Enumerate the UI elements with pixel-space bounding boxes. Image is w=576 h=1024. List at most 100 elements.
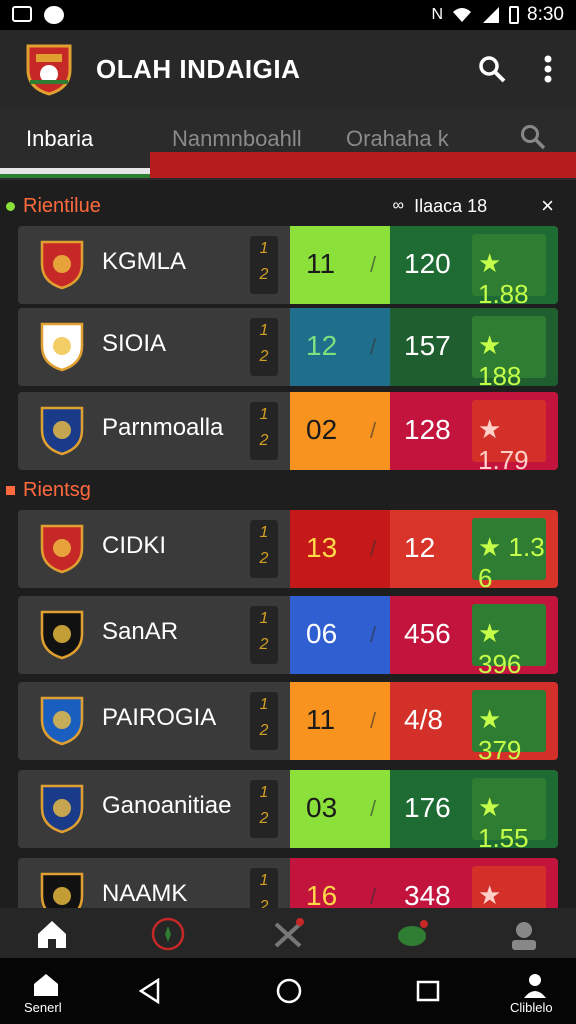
rating-cell: ★ 1.3 6	[464, 510, 558, 588]
second-value-cell: 128	[390, 392, 464, 470]
recents-icon[interactable]	[416, 980, 440, 1002]
mini-indicator: 1 2	[250, 318, 278, 376]
section-title: Rientsg	[23, 478, 91, 501]
home-button-icon[interactable]	[276, 978, 302, 1004]
second-value: 456	[404, 618, 451, 649]
second-value: 128	[404, 414, 451, 445]
rating-cell: ★ 379	[464, 682, 558, 760]
section-filter[interactable]: ∞ Ilaaca 18 ×	[393, 193, 576, 219]
tab-second[interactable]: Nanmnboahll	[172, 126, 302, 152]
section-square	[6, 485, 15, 495]
app-bar: OLAH INDAIGIA	[0, 30, 576, 108]
match-row[interactable]: SanAR 1 2 06 / 456 ★ 396	[18, 596, 558, 674]
score-cell: 11 /	[290, 682, 390, 760]
team-crest-icon	[40, 240, 84, 290]
mini-indicator-top: 1	[259, 872, 269, 889]
rating-box: ★ 1.55	[472, 778, 546, 848]
rating-cell: ★ 396	[464, 596, 558, 674]
mini-indicator-top: 1	[259, 696, 269, 713]
notification-icon	[44, 6, 64, 24]
score-value: 11	[306, 704, 336, 735]
second-value: 176	[404, 792, 451, 823]
mini-indicator-top: 1	[259, 524, 269, 541]
match-row[interactable]: Parnmoalla 1 2 02 / 128 ★ 1.79	[18, 392, 558, 470]
more-options-icon[interactable]	[544, 55, 552, 83]
team-name: PAIROGIA	[102, 704, 217, 731]
mini-indicator-top: 1	[259, 784, 269, 801]
divider-icon: /	[370, 796, 377, 821]
match-row[interactable]: KGMLA 1 2 11 / 120 ★ 1.88	[18, 226, 558, 304]
mini-indicator-bottom: 2	[259, 348, 269, 365]
mini-indicator-bottom: 2	[259, 432, 269, 449]
team-crest-icon	[40, 784, 84, 834]
mini-indicator-bottom: 2	[259, 636, 269, 653]
system-nav-bar: Senerl Cliblelo	[0, 958, 576, 1024]
rating-cell: ★ 1.88	[464, 226, 558, 304]
match-row[interactable]: PAIROGIA 1 2 11 / 4/8 ★ 379	[18, 682, 558, 760]
team-crest-icon	[40, 696, 84, 746]
mini-indicator: 1 2	[250, 520, 278, 578]
divider-icon: /	[370, 252, 377, 277]
second-value: 120	[404, 248, 451, 279]
tab-search-icon[interactable]	[520, 124, 546, 150]
favorites-icon[interactable]	[394, 916, 430, 952]
match-row[interactable]: SIOIA 1 2 12 / 157 ★ 188	[18, 308, 558, 386]
score-cell: 11 /	[290, 226, 390, 304]
search-icon[interactable]	[478, 55, 506, 83]
home-icon[interactable]	[34, 916, 70, 952]
team-crest-icon	[40, 524, 84, 574]
rating-box: ★ 1.3 6	[472, 518, 546, 588]
rating-value: ★ 1.3 6	[478, 532, 545, 588]
tab-indicator-bar	[150, 152, 576, 178]
team-name: CIDKI	[102, 532, 167, 559]
filter-label: Ilaaca 18	[414, 195, 488, 216]
close-icon[interactable]: ×	[541, 193, 554, 219]
matches-icon[interactable]	[150, 916, 186, 952]
screenshot-icon	[12, 6, 32, 22]
match-row[interactable]: CIDKI 1 2 13 / 12 ★ 1.3 6	[18, 510, 558, 588]
team-crest-icon	[40, 610, 84, 660]
team-crest-icon	[40, 322, 84, 372]
rating-cell: ★ 188	[464, 308, 558, 386]
score-value: 02	[306, 414, 338, 445]
battery-icon	[509, 6, 520, 24]
stats-icon[interactable]	[270, 916, 306, 952]
mini-indicator: 1 2	[250, 692, 278, 750]
rating-value: ★ 1.79	[478, 414, 529, 470]
rating-box: ★ 188	[472, 316, 546, 386]
rating-box: ★ 379	[472, 690, 546, 760]
second-value: 157	[404, 330, 451, 361]
second-value-cell: 4/8	[390, 682, 464, 760]
rating-value: ★ 188	[478, 330, 522, 386]
team-name: KGMLA	[102, 248, 187, 275]
rating-value: ★ 379	[478, 704, 522, 760]
home-shortcut-icon[interactable]	[32, 972, 60, 998]
tab-third[interactable]: Orahaha k	[346, 126, 449, 152]
mini-indicator: 1 2	[250, 606, 278, 664]
score-cell: 12 /	[290, 308, 390, 386]
score-value: 13	[306, 532, 338, 563]
rating-value: ★ 1.88	[478, 248, 529, 304]
divider-icon: /	[370, 418, 377, 443]
wifi-icon	[453, 8, 472, 22]
match-row[interactable]: Ganoanitiae 1 2 03 / 176 ★ 1.55	[18, 770, 558, 848]
mini-indicator-top: 1	[259, 610, 269, 627]
score-cell: 03 /	[290, 770, 390, 848]
divider-icon: /	[370, 334, 377, 359]
rating-cell: ★ 1.55	[464, 770, 558, 848]
score-value: 11	[306, 248, 336, 279]
mini-indicator-bottom: 2	[259, 722, 269, 739]
second-value-cell: 456	[390, 596, 464, 674]
back-icon[interactable]	[138, 978, 162, 1004]
mini-indicator: 1 2	[250, 402, 278, 460]
account-icon[interactable]	[522, 972, 548, 998]
divider-icon: /	[370, 708, 377, 733]
second-value: 12	[404, 532, 436, 563]
divider-icon: /	[370, 622, 377, 647]
app-title: OLAH INDAIGIA	[96, 53, 301, 84]
rating-value: ★ 396	[478, 618, 522, 674]
team-name: Parnmoalla	[102, 414, 224, 441]
profile-icon[interactable]	[506, 916, 542, 952]
tab-inbaria[interactable]: Inbaria	[26, 126, 93, 152]
score-value: 06	[306, 618, 338, 649]
